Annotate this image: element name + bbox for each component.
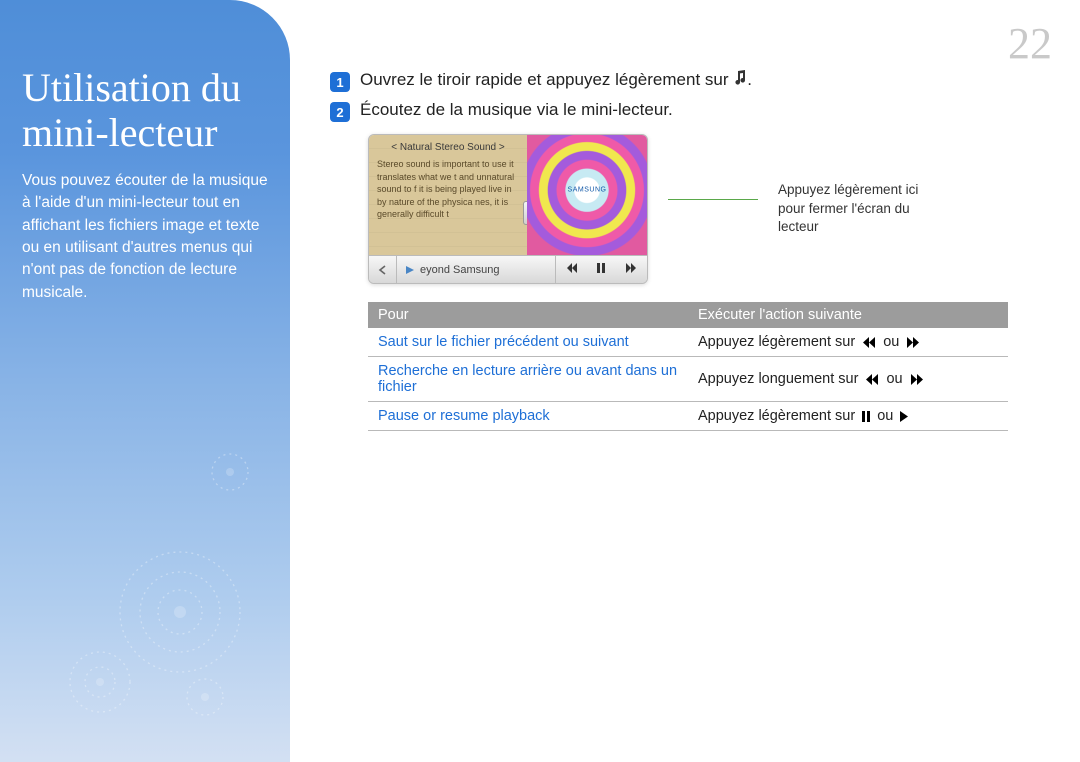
mini-player-text-pane: < Natural Stereo Sound > Stereo sound is… — [369, 135, 527, 255]
mini-player-pane-body: Stereo sound is important to use it tran… — [377, 158, 519, 221]
mini-player-back-button[interactable] — [369, 256, 397, 283]
mini-player-controls — [555, 256, 647, 283]
decorative-circles — [60, 432, 320, 732]
table-header-right: Exécuter l'action suivante — [688, 302, 1008, 328]
row1-pre: Appuyez longuement sur — [698, 371, 862, 387]
table-cell-left: Recherche en lecture arrière ou avant da… — [368, 357, 688, 402]
step-badge-1: 1 — [330, 72, 350, 92]
sidebar-title: Utilisation du mini-lecteur — [22, 66, 272, 156]
skip-back-icon — [861, 337, 877, 348]
mini-player-track: eyond Samsung — [397, 256, 555, 283]
row0-mid: ou — [883, 334, 903, 350]
step-badge-2: 2 — [330, 102, 350, 122]
table-row: Recherche en lecture arrière ou avant da… — [368, 357, 1008, 402]
mini-player-brand: SAMSUNG — [568, 187, 607, 194]
sidebar-title-line2: mini-lecteur — [22, 110, 217, 155]
mini-player-figure: < Natural Stereo Sound > Stereo sound is… — [368, 134, 1050, 284]
actions-table: Pour Exécuter l'action suivante Saut sur… — [368, 302, 1008, 431]
prev-track-button[interactable] — [565, 262, 579, 277]
row1-mid: ou — [886, 371, 906, 387]
table-header-row: Pour Exécuter l'action suivante — [368, 302, 1008, 328]
row2-mid: ou — [877, 408, 897, 424]
skip-back-icon — [864, 374, 880, 385]
play-small-icon — [405, 265, 415, 275]
skip-forward-icon — [905, 337, 921, 348]
table-row: Pause or resume playback Appuyez légèrem… — [368, 402, 1008, 431]
pause-button[interactable] — [596, 262, 606, 277]
music-note-icon — [733, 70, 747, 91]
table-header-left: Pour — [368, 302, 688, 328]
mini-player-track-label: eyond Samsung — [420, 264, 500, 276]
sidebar-description: Vous pouvez écouter de la musique à l'ai… — [22, 170, 272, 305]
table-row: Saut sur le fichier précédent ou suivant… — [368, 328, 1008, 357]
main-content: 1 Ouvrez le tiroir rapide et appuyez lég… — [330, 70, 1050, 431]
table-cell-left: Saut sur le fichier précédent ou suivant — [368, 328, 688, 357]
table-cell-right: Appuyez légèrement sur ou — [688, 328, 1008, 357]
row2-pre: Appuyez légèrement sur — [698, 408, 859, 424]
step-1-text-span: Ouvrez le tiroir rapide et appuyez légèr… — [360, 70, 733, 89]
callout-text: Appuyez légèrement ici pour fermer l'écr… — [778, 181, 938, 238]
skip-forward-icon — [909, 374, 925, 385]
mini-player: < Natural Stereo Sound > Stereo sound is… — [368, 134, 648, 284]
table-cell-right: Appuyez légèrement sur ou — [688, 402, 1008, 431]
next-track-button[interactable] — [624, 262, 638, 277]
step-1: 1 Ouvrez le tiroir rapide et appuyez lég… — [330, 70, 1050, 92]
play-icon — [899, 411, 909, 422]
sidebar-title-line1: Utilisation du — [22, 65, 241, 110]
table-cell-left: Pause or resume playback — [368, 402, 688, 431]
mini-player-album-art: SAMSUNG — [527, 135, 647, 255]
step-2-text: Écoutez de la musique via le mini-lecteu… — [360, 100, 673, 120]
callout-leader-line — [668, 199, 758, 200]
pause-icon — [861, 411, 871, 422]
page-number: 22 — [1008, 18, 1052, 69]
row0-pre: Appuyez légèrement sur — [698, 334, 859, 350]
step-1-text: Ouvrez le tiroir rapide et appuyez légèr… — [360, 70, 752, 91]
table-cell-right: Appuyez longuement sur ou — [688, 357, 1008, 402]
sidebar: Utilisation du mini-lecteur Vous pouvez … — [0, 0, 290, 762]
step-2: 2 Écoutez de la musique via le mini-lect… — [330, 100, 1050, 122]
mini-player-pane-title: < Natural Stereo Sound > — [377, 141, 519, 155]
